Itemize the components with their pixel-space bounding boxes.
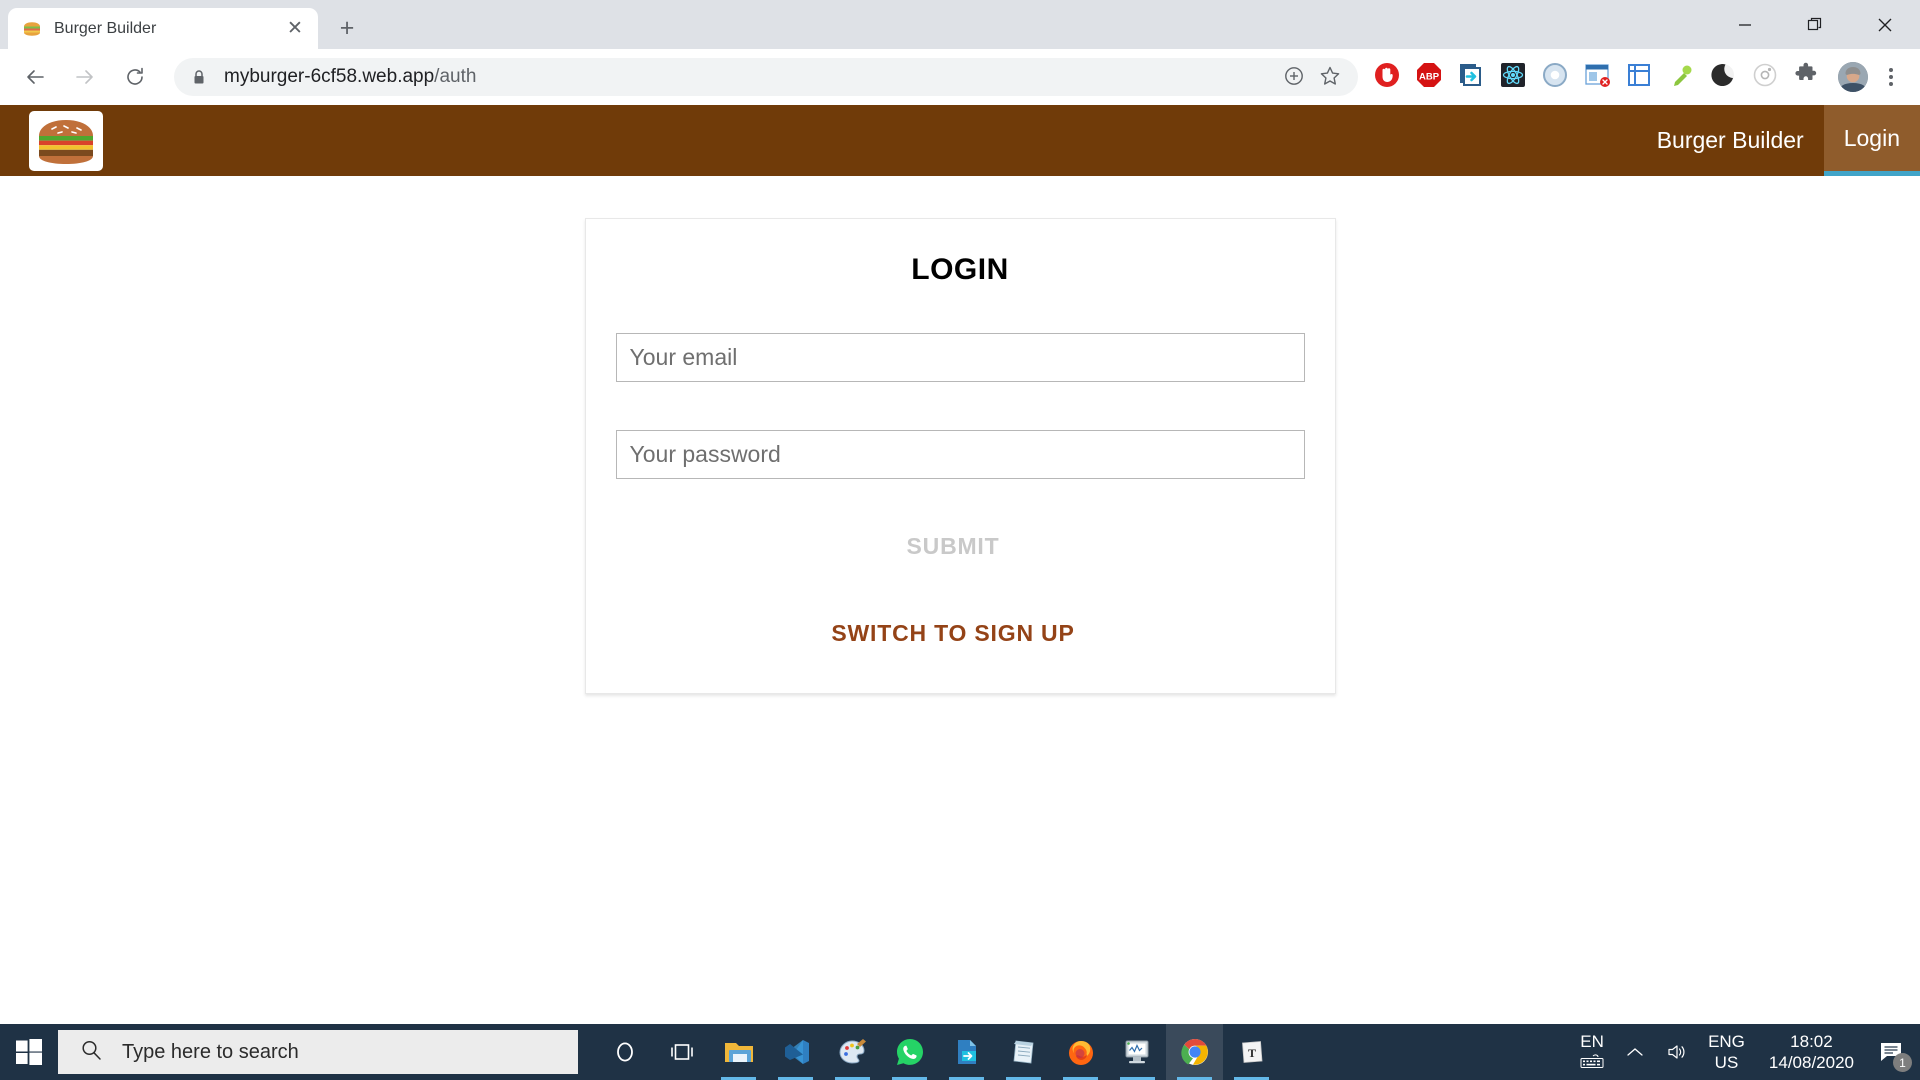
burger-logo[interactable] bbox=[29, 110, 103, 171]
nav-link-burger-builder[interactable]: Burger Builder bbox=[1637, 105, 1824, 176]
tray-input-language[interactable]: ENG US bbox=[1708, 1031, 1745, 1073]
window-resizer-icon[interactable] bbox=[1624, 60, 1658, 94]
tray-input-line1: ENG bbox=[1708, 1032, 1745, 1051]
clock[interactable]: 18:02 14/08/2020 bbox=[1769, 1031, 1854, 1073]
close-button[interactable] bbox=[1850, 0, 1920, 49]
search-input[interactable]: Type here to search bbox=[58, 1030, 578, 1074]
windows-taskbar: Type here to search T EN ENG US 18:02 14… bbox=[0, 1024, 1920, 1080]
maximize-button[interactable] bbox=[1780, 0, 1850, 49]
clock-date: 14/08/2020 bbox=[1768, 1053, 1854, 1072]
clear-cache-icon[interactable] bbox=[1582, 60, 1616, 94]
adblock-plus-icon[interactable]: ABP bbox=[1414, 60, 1448, 94]
tab-close-icon[interactable]: ✕ bbox=[284, 18, 306, 40]
window-controls bbox=[1710, 0, 1920, 49]
page-viewport: Burger Builder Login LOGIN SUBMIT SWITCH… bbox=[0, 105, 1920, 1024]
firefox-icon[interactable] bbox=[1052, 1024, 1109, 1080]
adblock-icon[interactable] bbox=[1372, 60, 1406, 94]
wheel-icon[interactable] bbox=[1750, 60, 1784, 94]
email-field[interactable] bbox=[615, 333, 1305, 382]
star-icon[interactable] bbox=[1318, 64, 1344, 90]
chevron-up-icon[interactable] bbox=[1618, 1035, 1652, 1069]
url-text: myburger-6cf58.web.app/auth bbox=[224, 66, 1272, 88]
extensions-strip: ABP bbox=[1368, 60, 1910, 94]
auth-card: LOGIN SUBMIT SWITCH TO SIGN UP bbox=[584, 218, 1336, 694]
export-file-icon[interactable] bbox=[938, 1024, 995, 1080]
system-monitor-icon[interactable] bbox=[1109, 1024, 1166, 1080]
text-editor-icon[interactable]: T bbox=[1223, 1024, 1280, 1080]
search-placeholder: Type here to search bbox=[122, 1040, 299, 1063]
page-content: LOGIN SUBMIT SWITCH TO SIGN UP bbox=[0, 176, 1920, 694]
taskbar-items: T bbox=[596, 1024, 1280, 1080]
paint-icon[interactable] bbox=[824, 1024, 881, 1080]
chrome-icon[interactable] bbox=[1166, 1024, 1223, 1080]
clock-time: 18:02 bbox=[1790, 1032, 1833, 1051]
browser-titlebar: Burger Builder ✕ + bbox=[0, 0, 1920, 49]
notification-badge: 1 bbox=[1893, 1053, 1912, 1072]
whatsapp-icon[interactable] bbox=[881, 1024, 938, 1080]
burger-favicon-icon bbox=[22, 21, 42, 37]
install-app-icon[interactable] bbox=[1282, 64, 1308, 90]
colorzilla-icon[interactable] bbox=[1666, 60, 1700, 94]
switch-to-signup-button[interactable]: SWITCH TO SIGN UP bbox=[821, 614, 1084, 653]
navbar-links: Burger Builder Login bbox=[1637, 105, 1920, 176]
tray-language-indicator[interactable]: EN bbox=[1580, 1031, 1604, 1073]
tray-language-label: EN bbox=[1580, 1032, 1604, 1051]
cortana-icon[interactable] bbox=[596, 1024, 653, 1080]
url-path: /auth bbox=[434, 66, 477, 87]
blue-ring-icon[interactable] bbox=[1540, 60, 1574, 94]
system-tray: EN ENG US 18:02 14/08/2020 1 bbox=[1570, 1024, 1920, 1080]
tab-title: Burger Builder bbox=[54, 19, 157, 37]
forward-arrow-icon[interactable] bbox=[66, 58, 104, 96]
browser-tab[interactable]: Burger Builder ✕ bbox=[8, 8, 318, 49]
file-explorer-icon[interactable] bbox=[710, 1024, 767, 1080]
volume-icon[interactable] bbox=[1660, 1035, 1694, 1069]
keyboard-icon bbox=[1580, 1052, 1604, 1073]
back-arrow-icon[interactable] bbox=[16, 58, 54, 96]
dark-mode-icon[interactable] bbox=[1708, 60, 1742, 94]
password-field[interactable] bbox=[615, 430, 1305, 479]
tray-input-line2: US bbox=[1714, 1053, 1739, 1072]
submit-row: SUBMIT bbox=[616, 527, 1305, 566]
page-title: LOGIN bbox=[911, 253, 1009, 286]
browser-toolbar: myburger-6cf58.web.app/auth ABP bbox=[0, 49, 1920, 105]
minimize-button[interactable] bbox=[1710, 0, 1780, 49]
sticky-notes-icon[interactable] bbox=[995, 1024, 1052, 1080]
import-export-icon[interactable] bbox=[1456, 60, 1490, 94]
svg-text:ABP: ABP bbox=[1419, 72, 1440, 83]
three-dot-menu-icon[interactable] bbox=[1876, 60, 1906, 94]
browser-window: Burger Builder ✕ + myburger-6cf58.web.ap… bbox=[0, 0, 1920, 1080]
app-navbar: Burger Builder Login bbox=[0, 105, 1920, 176]
lock-icon bbox=[192, 69, 206, 85]
address-bar[interactable]: myburger-6cf58.web.app/auth bbox=[174, 58, 1358, 96]
windows-start-icon[interactable] bbox=[0, 1024, 58, 1080]
new-tab-button[interactable]: + bbox=[330, 11, 364, 45]
nav-link-login[interactable]: Login bbox=[1823, 105, 1920, 176]
task-view-icon[interactable] bbox=[653, 1024, 710, 1080]
notification-icon[interactable]: 1 bbox=[1868, 1024, 1914, 1080]
switch-row: SWITCH TO SIGN UP bbox=[616, 566, 1305, 653]
vs-code-icon[interactable] bbox=[767, 1024, 824, 1080]
puzzle-extensions-icon[interactable] bbox=[1792, 60, 1826, 94]
submit-button[interactable]: SUBMIT bbox=[897, 527, 1010, 566]
react-devtools-icon[interactable] bbox=[1498, 60, 1532, 94]
profile-avatar[interactable] bbox=[1838, 62, 1868, 92]
url-host: myburger-6cf58.web.app bbox=[224, 66, 435, 87]
svg-text:T: T bbox=[1247, 1046, 1255, 1060]
search-icon bbox=[80, 1039, 102, 1066]
reload-icon[interactable] bbox=[116, 58, 154, 96]
